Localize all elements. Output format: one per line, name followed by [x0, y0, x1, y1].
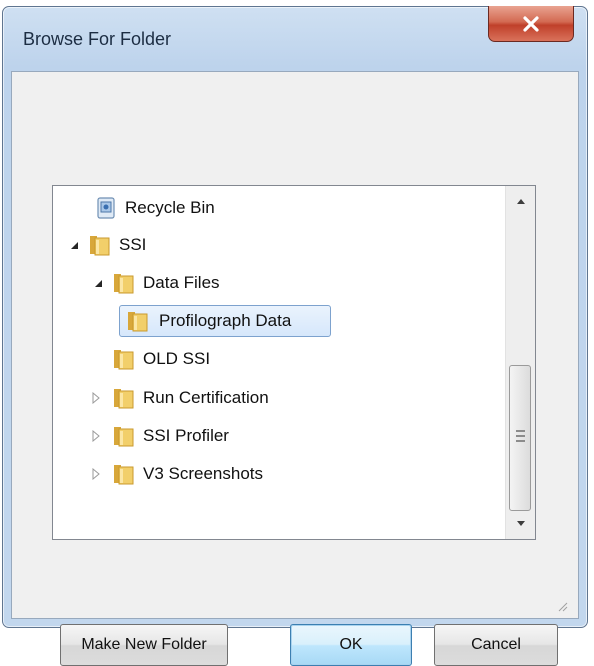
close-icon: [523, 15, 539, 32]
make-new-folder-button[interactable]: Make New Folder: [60, 624, 228, 666]
folder-icon: [114, 350, 134, 370]
expanded-arrow-icon[interactable]: [91, 276, 105, 290]
tree-item-run-certification[interactable]: Run Certification: [53, 381, 505, 415]
scroll-up-icon: [516, 199, 525, 204]
folder-icon: [90, 236, 110, 256]
tree-item-ssi-profiler[interactable]: SSI Profiler: [53, 419, 505, 453]
tree-item-v3-screenshots[interactable]: V3 Screenshots: [53, 457, 505, 491]
dialog-title: Browse For Folder: [23, 29, 172, 49]
collapsed-arrow-icon[interactable]: [89, 391, 103, 405]
tree-item-label: SSI: [119, 235, 147, 254]
folder-tree-list: Recycle Bin SSI Data Files Profilograph …: [53, 186, 505, 539]
folder-icon: [114, 389, 134, 409]
tree-item-label: Profilograph Data: [159, 311, 292, 330]
tree-item-label: Recycle Bin: [125, 198, 215, 217]
folder-icon: [114, 427, 134, 447]
title-bar[interactable]: Browse For Folder: [3, 6, 587, 71]
folder-tree[interactable]: Recycle Bin SSI Data Files Profilograph …: [52, 185, 536, 540]
vertical-scrollbar[interactable]: [505, 186, 535, 539]
tree-item-old-ssi[interactable]: OLD SSI: [53, 342, 505, 376]
tree-item-label: V3 Screenshots: [143, 464, 264, 483]
grip-line: [516, 430, 525, 432]
tree-item-label: Data Files: [143, 273, 220, 292]
tree-item-label: SSI Profiler: [143, 426, 229, 445]
tree-item-ssi[interactable]: SSI: [53, 228, 505, 262]
grip-line: [516, 435, 525, 437]
resize-grip-icon[interactable]: [556, 600, 568, 612]
recycle-bin-icon: [97, 197, 115, 219]
tree-item-label: Run Certification: [143, 388, 269, 407]
tree-item-profilograph-data[interactable]: Profilograph Data: [53, 304, 505, 338]
expanded-arrow-icon[interactable]: [67, 238, 81, 252]
folder-icon: [128, 312, 148, 332]
dialog-body: Recycle Bin SSI Data Files Profilograph …: [11, 71, 579, 666]
scroll-down-button[interactable]: [506, 511, 535, 537]
cancel-button[interactable]: Cancel: [434, 624, 558, 666]
ok-button[interactable]: OK: [290, 624, 412, 666]
folder-icon: [114, 465, 134, 485]
tree-item-recycle-bin[interactable]: Recycle Bin: [53, 191, 505, 225]
grip-line: [516, 440, 525, 442]
scrollbar-thumb[interactable]: [509, 365, 531, 511]
scroll-down-icon: [516, 521, 525, 526]
close-button[interactable]: [488, 6, 574, 42]
scroll-up-button[interactable]: [506, 188, 535, 214]
tree-item-label: OLD SSI: [143, 349, 211, 368]
collapsed-arrow-icon[interactable]: [89, 467, 103, 481]
tree-item-data-files[interactable]: Data Files: [53, 266, 505, 300]
folder-icon: [114, 274, 134, 294]
collapsed-arrow-icon[interactable]: [89, 429, 103, 443]
dialog-window: Browse For Folder Recycle Bin SSI Data F…: [2, 6, 588, 666]
